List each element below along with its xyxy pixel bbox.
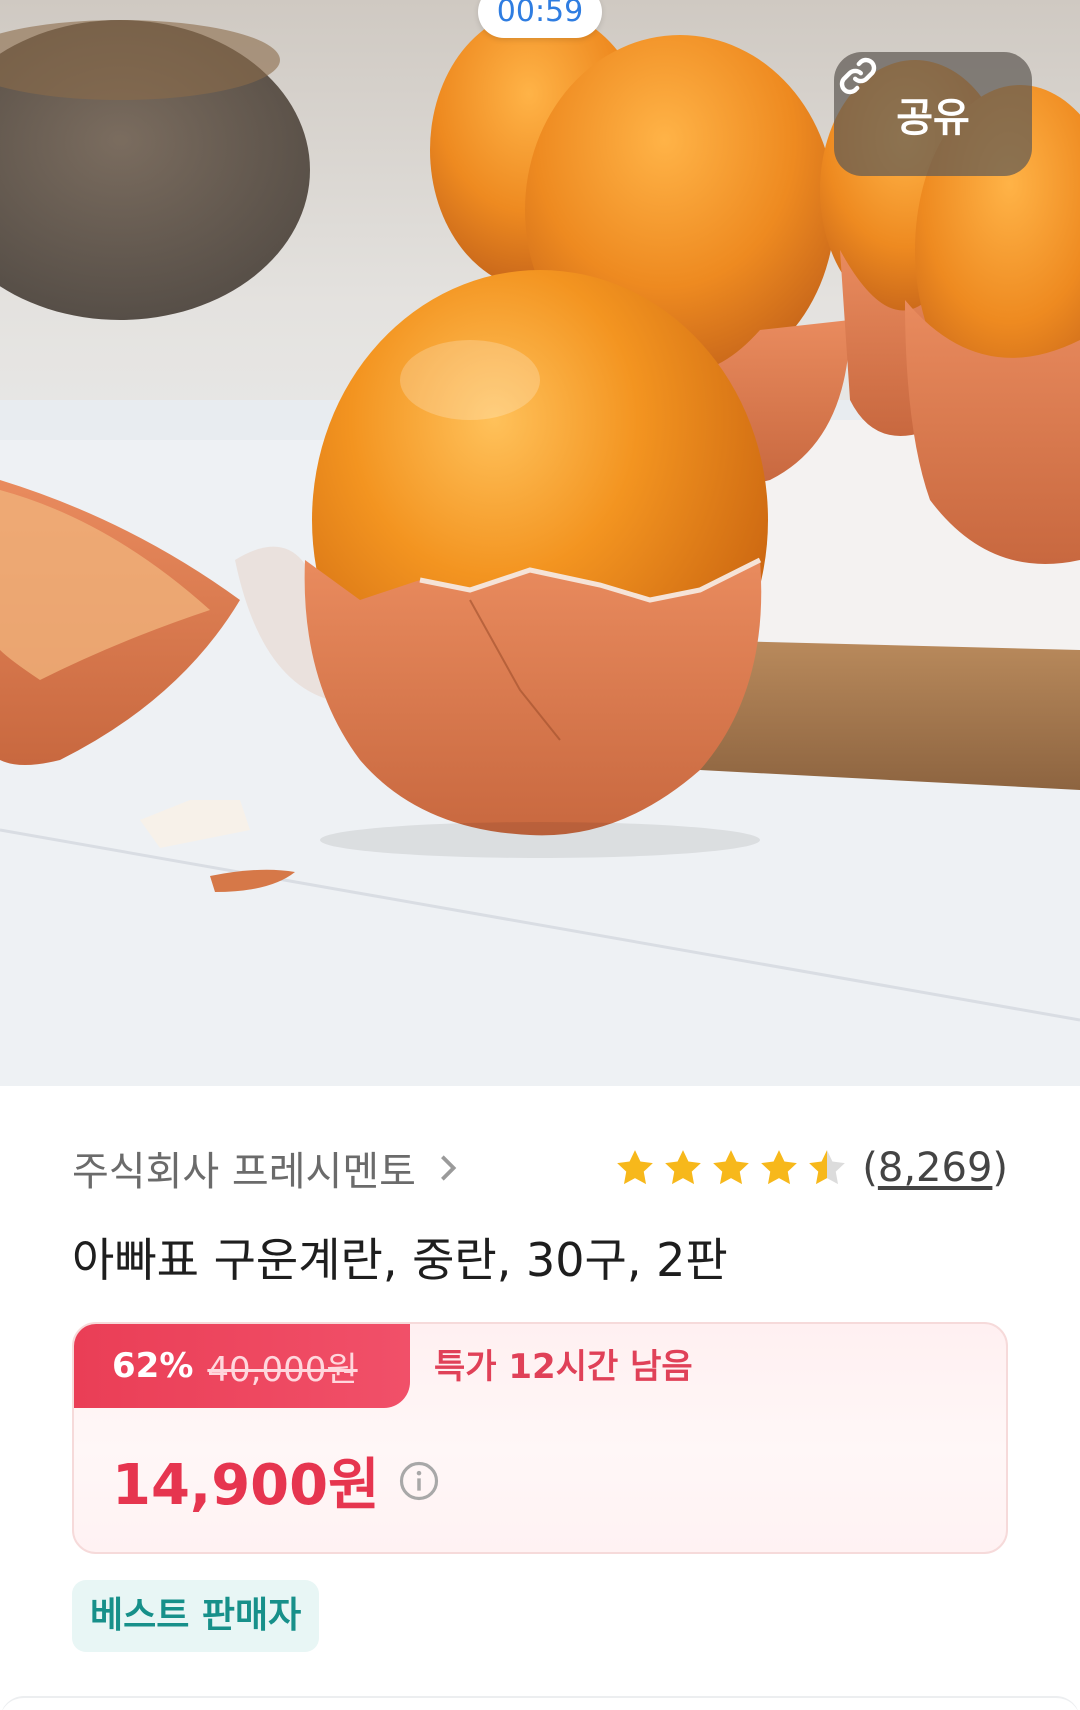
seller-name: 주식회사 프레시멘토 — [72, 1149, 416, 1195]
review-count[interactable]: (8,269) — [862, 1145, 1008, 1191]
sale-price: 14,900원 — [112, 1453, 380, 1518]
seller-rating-row: 주식회사 프레시멘토 (8,269) — [72, 1140, 1008, 1196]
star-icon — [617, 1150, 654, 1185]
timer-pill: 00:59 — [478, 0, 602, 38]
share-label: 공유 — [896, 95, 970, 141]
original-price: 40,000원 — [207, 1349, 358, 1390]
chevron-right-icon — [440, 1155, 457, 1181]
review-count-open: ( — [862, 1145, 878, 1191]
star-icon — [809, 1150, 846, 1185]
rating[interactable]: (8,269) — [614, 1145, 1008, 1191]
star-rating — [614, 1147, 848, 1189]
product-title: 아빠표 구운계란, 중란, 30구, 2판 — [72, 1233, 728, 1287]
review-count-close: ) — [992, 1145, 1008, 1191]
sale-price-row: 14,900원 — [112, 1440, 440, 1521]
share-button[interactable]: 공유 — [834, 52, 1032, 176]
product-image[interactable]: 00:59 공유 — [0, 0, 1080, 1086]
review-count-number: 8,269 — [877, 1145, 993, 1191]
info-icon[interactable] — [398, 1460, 440, 1502]
star-icon — [713, 1150, 750, 1185]
discount-tag: 62% 40,000원 — [74, 1324, 410, 1408]
bottom-sheet-edge — [0, 1696, 1080, 1710]
seller-link[interactable]: 주식회사 프레시멘토 — [72, 1139, 458, 1197]
star-icon — [761, 1150, 798, 1185]
deal-timer: 특가 12시간 남음 — [434, 1347, 693, 1387]
product-detail-page: 00:59 공유 주식회사 프레시멘토 (8,269) 아빠표 구운계란, 중란… — [0, 0, 1080, 1710]
link-icon — [839, 57, 877, 95]
star-icon — [665, 1150, 702, 1185]
discount-rate: 62% — [112, 1346, 194, 1386]
best-seller-badge: 베스트 판매자 — [72, 1580, 320, 1652]
price-card: 62% 40,000원 특가 12시간 남음 14,900원 — [72, 1322, 1008, 1554]
